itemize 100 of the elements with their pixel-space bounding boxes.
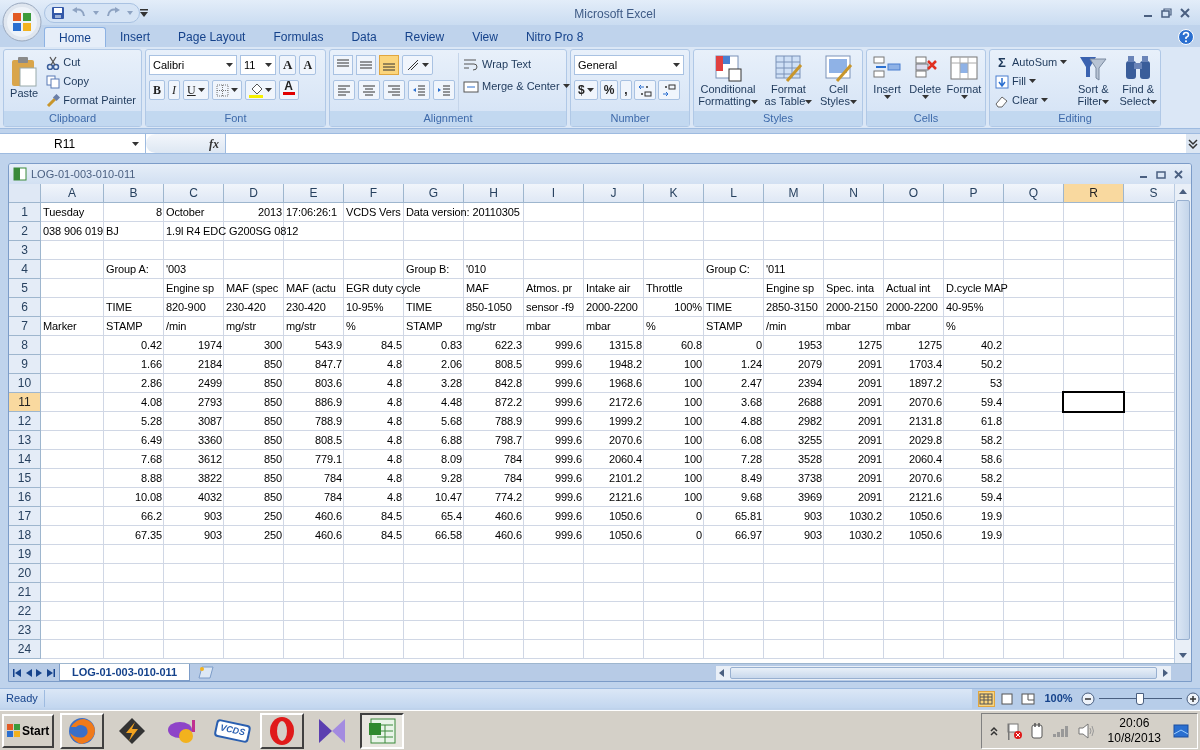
cell-styles-button[interactable]: Cell Styles: [817, 53, 859, 111]
column-header[interactable]: E: [284, 184, 344, 203]
row-header[interactable]: 9: [9, 355, 41, 374]
row-header[interactable]: 23: [9, 621, 41, 640]
clock-time[interactable]: 20:06: [1119, 715, 1150, 731]
ribbon-tab[interactable]: Nitro Pro 8: [511, 27, 598, 47]
column-header[interactable]: K: [644, 184, 704, 203]
fill-color-button[interactable]: [244, 80, 276, 100]
zoom-out-icon[interactable]: [1080, 691, 1095, 706]
view-button[interactable]: [978, 690, 995, 707]
show-desktop-icon[interactable]: [1173, 723, 1189, 738]
row-header[interactable]: 13: [9, 431, 41, 450]
vertical-align-button[interactable]: [379, 55, 399, 75]
row-header[interactable]: 6: [9, 298, 41, 317]
flag-icon[interactable]: [1005, 721, 1022, 740]
row-header[interactable]: 7: [9, 317, 41, 336]
help-icon[interactable]: [1178, 29, 1194, 45]
column-header[interactable]: C: [164, 184, 224, 203]
row-header[interactable]: 22: [9, 602, 41, 621]
decrease-decimal-button[interactable]: [657, 80, 680, 100]
column-header[interactable]: A: [41, 184, 104, 203]
first-sheet-icon[interactable]: [13, 668, 21, 677]
sheet-tab[interactable]: LOG-01-003-010-011: [59, 664, 191, 681]
row-header[interactable]: 18: [9, 526, 41, 545]
column-header[interactable]: S: [1124, 184, 1174, 203]
ribbon-tab[interactable]: Page Layout: [164, 27, 260, 47]
align-right-button[interactable]: [383, 80, 405, 100]
ribbon-tab[interactable]: Insert: [106, 27, 165, 47]
column-header[interactable]: H: [464, 184, 524, 203]
row-header[interactable]: 16: [9, 488, 41, 507]
column-header[interactable]: R: [1064, 184, 1124, 203]
ribbon-tab[interactable]: Home: [44, 27, 106, 47]
shrink-font-button[interactable]: A: [299, 55, 317, 75]
row-header[interactable]: 4: [9, 260, 41, 279]
close-icon[interactable]: [1180, 7, 1190, 18]
autosum-button[interactable]: AutoSum: [1012, 54, 1068, 71]
column-header[interactable]: D: [224, 184, 284, 203]
increase-decimal-button[interactable]: [633, 80, 656, 100]
expand-icon[interactable]: [1188, 138, 1198, 149]
column-header[interactable]: F: [344, 184, 404, 203]
row-header[interactable]: 2: [9, 222, 41, 241]
fill-button[interactable]: Fill: [993, 72, 1070, 91]
column-header[interactable]: O: [884, 184, 944, 203]
column-header[interactable]: G: [404, 184, 464, 203]
clear-button[interactable]: Clear: [993, 91, 1070, 110]
speaker-icon[interactable]: [1077, 722, 1096, 739]
row-header[interactable]: 17: [9, 507, 41, 526]
format-cells-button[interactable]: Format: [946, 53, 982, 111]
sort-filter-button[interactable]: Sort & Filter: [1072, 53, 1115, 111]
column-header[interactable]: L: [704, 184, 764, 203]
taskbar-app-button[interactable]: [360, 712, 405, 749]
column-header[interactable]: N: [824, 184, 884, 203]
row-header[interactable]: 14: [9, 450, 41, 469]
close-icon[interactable]: [1174, 169, 1183, 179]
zoom-level[interactable]: 100%: [1040, 690, 1077, 707]
vertical-align-button[interactable]: [356, 55, 376, 75]
save-icon[interactable]: [51, 5, 65, 20]
row-header[interactable]: 11: [9, 393, 41, 412]
wrap-text-button[interactable]: Wrap Text: [461, 55, 572, 74]
row-header[interactable]: 1: [9, 203, 41, 222]
scroll-thumb[interactable]: [1176, 200, 1190, 640]
row-header[interactable]: 10: [9, 374, 41, 393]
conditional-formatting-button[interactable]: Conditional Formatting: [697, 53, 759, 111]
column-header[interactable]: Q: [1004, 184, 1064, 203]
name-box[interactable]: R11: [0, 134, 146, 153]
number-format-field[interactable]: General: [574, 55, 684, 75]
start-button[interactable]: Start: [2, 713, 55, 748]
merge-center-button[interactable]: Merge & Center: [461, 77, 572, 96]
restore-icon[interactable]: [1156, 169, 1166, 179]
delete-cells-button[interactable]: Delete: [907, 53, 943, 111]
format-as-table-button[interactable]: Format as Table: [762, 53, 815, 111]
grow-font-button[interactable]: A: [279, 55, 297, 75]
previous-sheet-icon[interactable]: [25, 668, 32, 677]
zoom-slider[interactable]: [1098, 691, 1182, 706]
bold-button[interactable]: B: [149, 80, 165, 100]
currency-button[interactable]: $: [574, 80, 598, 100]
taskbar-app-button[interactable]: VCDS: [210, 712, 255, 749]
scroll-thumb[interactable]: [730, 666, 1157, 679]
zoom-slider-thumb[interactable]: [1136, 692, 1145, 705]
zoom-in-icon[interactable]: [1186, 691, 1200, 706]
decrease-indent-button[interactable]: [408, 80, 430, 100]
format-painter-button[interactable]: Format Painter: [44, 91, 138, 110]
view-button[interactable]: [998, 690, 1016, 707]
underline-button[interactable]: U: [183, 80, 209, 100]
horizontal-scrollbar[interactable]: [716, 665, 1171, 680]
borders-button[interactable]: [211, 80, 242, 100]
percent-button[interactable]: %: [599, 80, 619, 100]
row-header[interactable]: 20: [9, 564, 41, 583]
column-header[interactable]: I: [524, 184, 584, 203]
font-size-field[interactable]: 11: [240, 55, 276, 75]
row-header[interactable]: 19: [9, 545, 41, 564]
row-header[interactable]: 3: [9, 241, 41, 260]
vertical-scrollbar[interactable]: [1174, 184, 1191, 663]
cut-button[interactable]: Cut: [44, 53, 138, 72]
font-name-field[interactable]: Calibri: [149, 55, 237, 75]
row-header[interactable]: 15: [9, 469, 41, 488]
ribbon-tab[interactable]: View: [458, 27, 512, 47]
last-sheet-icon[interactable]: [47, 668, 55, 677]
insert-cells-button[interactable]: Insert: [870, 53, 905, 111]
find-select-button[interactable]: Find & Select: [1116, 53, 1161, 111]
